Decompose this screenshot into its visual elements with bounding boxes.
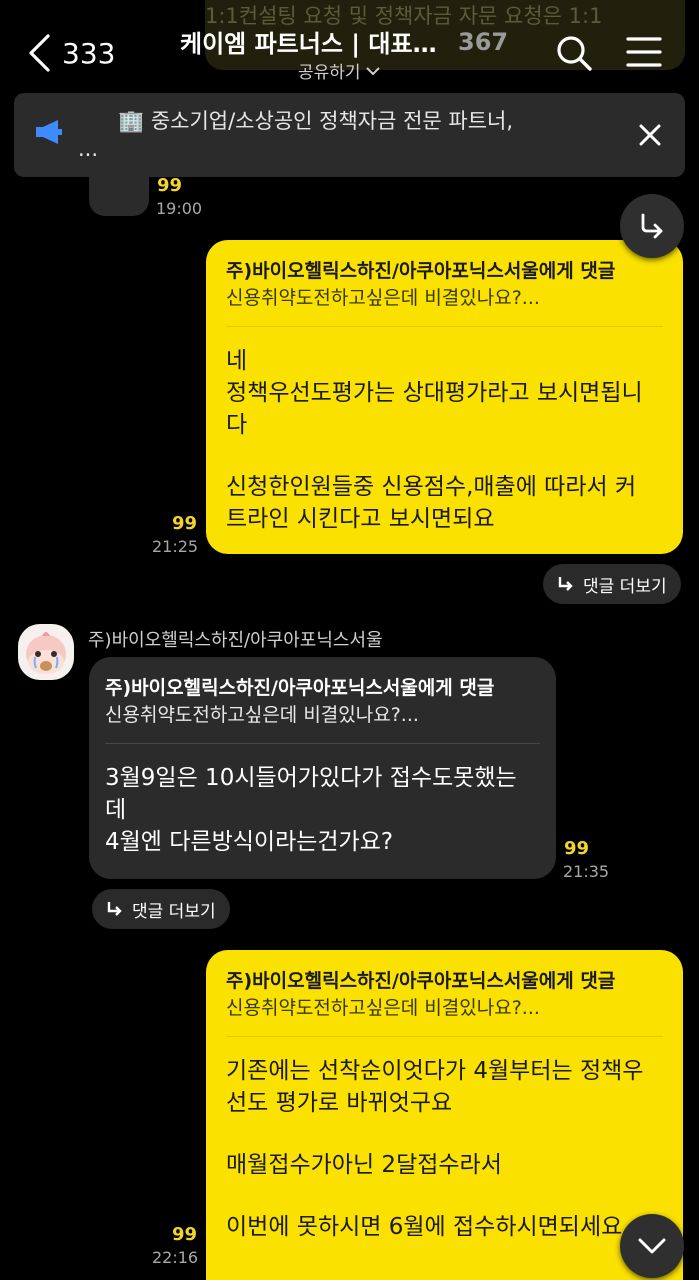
message-text: 데: [105, 797, 127, 823]
message-text: 4월엔 다른방식이라는건가요?: [105, 829, 394, 855]
share-label: 공유하기: [298, 63, 361, 83]
chevron-down-icon: [365, 66, 380, 75]
read-count: 99: [172, 1224, 198, 1245]
notice-banner[interactable]: 🏢 중소기업/소상공인 정책자금 전문 파트너, ...: [14, 93, 685, 177]
unread-count: 333: [62, 36, 116, 70]
search-icon[interactable]: [555, 34, 593, 72]
forward-arrow-icon: [641, 213, 663, 239]
more-replies-label: 댓글 더보기: [583, 576, 667, 597]
reply-target: 주)바이오헬릭스하진/아쿠아포닉스서울에게 댓글: [226, 260, 616, 282]
other-message-bubble[interactable]: 주)바이오헬릭스하진/아쿠아포닉스서울에게 댓글 신용취약도전하고싶은데 비결있…: [89, 657, 556, 879]
peach-character-icon: [26, 632, 66, 674]
megaphone-icon: [36, 120, 62, 144]
message-time: 22:16: [152, 1248, 199, 1267]
message-text: 매월접수가아닌 2달접수라서: [226, 1152, 502, 1178]
more-replies-button[interactable]: 댓글 더보기: [543, 564, 681, 604]
notice-more: ...: [78, 137, 99, 161]
message-text: 다: [226, 412, 248, 438]
chat-title: 케이엠 파트너스 | 대표...: [180, 30, 438, 58]
chat-area: 99 19:00 주)바이오헬릭스하진/아쿠아포닉스서울에게 댓글 신용취약도전…: [0, 0, 699, 1280]
message-text: 정책우선도평가는 상대평가라고 보시면됩니: [226, 380, 643, 406]
message-text: 이번에 못하시면 6월에 접수하시면되세요: [226, 1214, 623, 1240]
divider: [105, 743, 540, 744]
reply-quote: 신용취약도전하고싶은데 비결있나요?...: [226, 287, 540, 309]
message-text: 기존에는 선착순이엇다가 4월부터는 정책우: [226, 1058, 644, 1084]
close-icon[interactable]: [636, 121, 664, 149]
message-time: 21:25: [152, 537, 199, 556]
reply-target: 주)바이오헬릭스하진/아쿠아포닉스서울에게 댓글: [226, 970, 616, 992]
more-replies-button[interactable]: 댓글 더보기: [92, 889, 230, 929]
my-message-bubble[interactable]: 주)바이오헬릭스하진/아쿠아포닉스서울에게 댓글 신용취약도전하고싶은데 비결있…: [206, 950, 683, 1280]
divider: [226, 326, 663, 327]
chat-title-area[interactable]: 케이엠 파트너스 | 대표... 367: [180, 24, 520, 59]
reply-arrow-icon: [107, 902, 122, 916]
message-text: 3월9일은 10시들어가있다가 접수도못했는: [105, 765, 517, 791]
more-replies-label: 댓글 더보기: [132, 901, 216, 922]
scroll-down-button[interactable]: [620, 1214, 684, 1278]
message-text: 네: [226, 348, 248, 374]
share-button[interactable]: 공유하기: [298, 58, 381, 83]
notice-text: 🏢 중소기업/소상공인 정책자금 전문 파트너,: [118, 109, 514, 133]
chevron-down-icon: [638, 1238, 666, 1254]
menu-icon[interactable]: [626, 36, 662, 68]
divider: [226, 1036, 663, 1037]
reply-quote: 신용취약도전하고싶은데 비결있나요?...: [105, 704, 419, 726]
back-chevron-icon: [29, 34, 50, 72]
reply-quote: 신용취약도전하고싶은데 비결있나요?...: [226, 997, 540, 1019]
message-text: 트라인 시킨다고 보시면되요: [226, 506, 495, 532]
my-message-bubble[interactable]: 주)바이오헬릭스하진/아쿠아포닉스서울에게 댓글 신용취약도전하고싶은데 비결있…: [206, 240, 683, 554]
reply-target: 주)바이오헬릭스하진/아쿠아포닉스서울에게 댓글: [105, 677, 495, 699]
member-count: 367: [458, 27, 509, 56]
chat-header: 1:1컨설팅 요청 및 정책자금 자문 요청은 1:1 333 케이엠 파트너스…: [0, 0, 699, 90]
read-count: 99: [564, 838, 590, 859]
share-forward-button[interactable]: [620, 194, 684, 258]
sender-name: 주)바이오헬릭스하진/아쿠아포닉스서울: [88, 630, 383, 651]
message-text: 선도 평가로 바뀌엇구요: [226, 1090, 453, 1116]
message-time: 21:35: [563, 862, 610, 881]
reply-arrow-icon: [558, 577, 573, 591]
read-count: 99: [172, 513, 198, 534]
avatar[interactable]: [18, 624, 74, 680]
message-text: 신청한인원들중 신용점수,매출에 따라서 커: [226, 474, 637, 500]
back-button[interactable]: 333: [26, 30, 136, 76]
read-count: 99: [157, 175, 183, 196]
message-time: 19:00: [156, 199, 203, 218]
